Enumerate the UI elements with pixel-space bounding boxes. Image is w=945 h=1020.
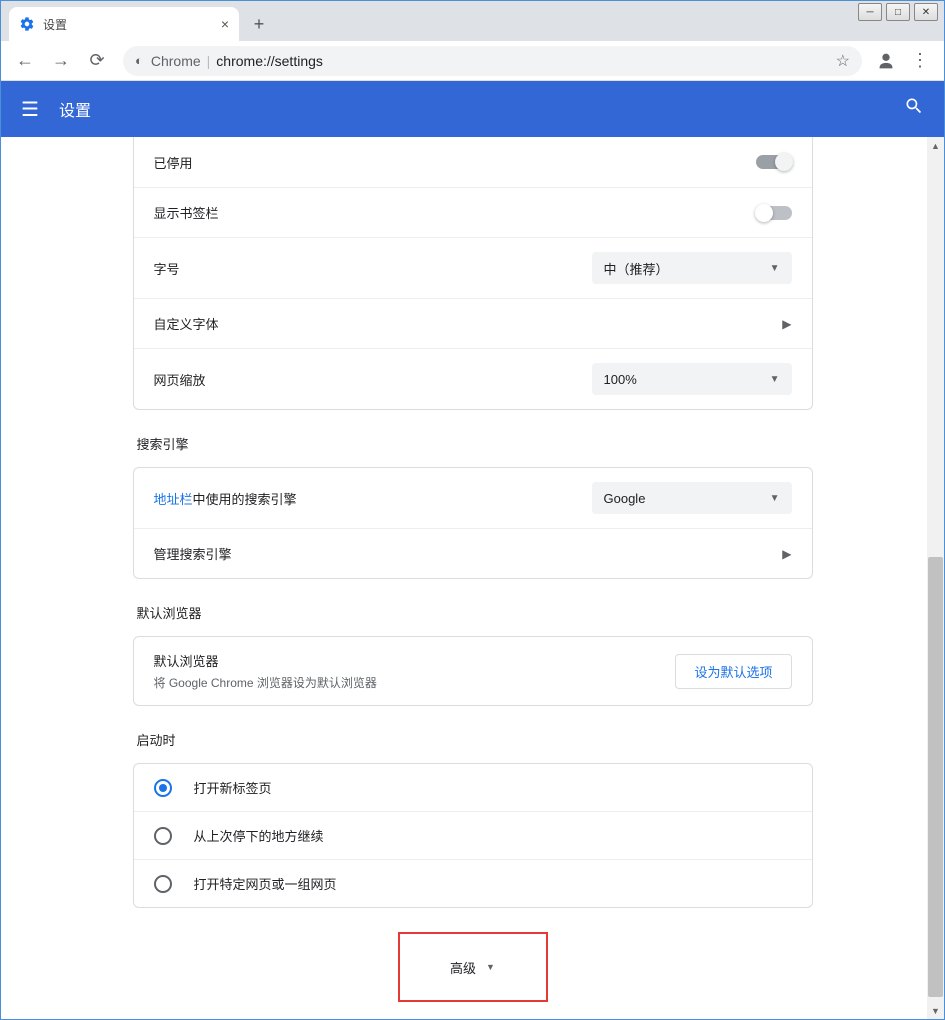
startup-card: 打开新标签页 从上次停下的地方继续 打开特定网页或一组网页 (133, 763, 813, 908)
browser-tab[interactable]: 设置 × (9, 7, 239, 41)
disabled-row: 已停用 (134, 137, 812, 187)
url-origin: Chrome (151, 53, 201, 69)
minimize-button[interactable]: ─ (858, 3, 882, 21)
window-controls: ─ □ ✕ (858, 3, 938, 21)
default-browser-row-sub: 将 Google Chrome 浏览器设为默认浏览器 (154, 674, 676, 691)
tab-title: 设置 (43, 16, 67, 33)
back-button[interactable]: ← (9, 45, 41, 77)
disabled-label: 已停用 (154, 153, 756, 172)
default-browser-label-group: 默认浏览器 将 Google Chrome 浏览器设为默认浏览器 (154, 651, 676, 691)
address-bar[interactable]: ◐ Chrome | chrome://settings ☆ (123, 46, 862, 76)
scroll-down-arrow[interactable]: ▼ (927, 1002, 944, 1019)
startup-option-specific[interactable]: 打开特定网页或一组网页 (134, 859, 812, 907)
close-window-button[interactable]: ✕ (914, 3, 938, 21)
manage-search-engines-row[interactable]: 管理搜索引擎 ▶ (134, 528, 812, 578)
advanced-button[interactable]: 高级 ▼ (398, 932, 548, 1002)
forward-button[interactable]: → (45, 45, 77, 77)
new-tab-button[interactable]: + (245, 10, 273, 38)
settings-title: 设置 (59, 97, 91, 121)
search-engine-dropdown[interactable]: Google ▼ (592, 482, 792, 514)
browser-toolbar: ← → ⟳ ◐ Chrome | chrome://settings ☆ ⋮ (1, 41, 944, 81)
menu-button[interactable]: ⋮ (904, 45, 936, 77)
default-browser-row-title: 默认浏览器 (154, 651, 676, 670)
bookmarks-bar-label: 显示书签栏 (154, 203, 756, 222)
scrollbar-thumb[interactable] (928, 557, 943, 997)
chevron-down-icon: ▼ (486, 962, 495, 972)
address-bar-engine-row: 地址栏中使用的搜索引擎 Google ▼ (134, 468, 812, 528)
startup-opt1-label: 打开新标签页 (194, 778, 272, 797)
startup-option-continue[interactable]: 从上次停下的地方继续 (134, 811, 812, 859)
radio-continue[interactable] (154, 827, 172, 845)
url-path: chrome://settings (216, 53, 323, 69)
chevron-right-icon: ▶ (782, 317, 791, 331)
tab-bar: 设置 × + (1, 1, 944, 41)
content-scroll[interactable]: 已停用 显示书签栏 字号 中（推荐） ▼ 自定义字体 ▶ 网页缩放 (1, 137, 944, 1019)
page-zoom-label: 网页缩放 (154, 370, 592, 389)
close-tab-icon[interactable]: × (221, 16, 229, 32)
reload-button[interactable]: ⟳ (81, 45, 113, 77)
gear-icon (19, 16, 35, 32)
hamburger-icon[interactable]: ☰ (21, 97, 39, 122)
startup-option-newtab[interactable]: 打开新标签页 (134, 764, 812, 811)
chevron-down-icon: ▼ (770, 493, 780, 504)
custom-fonts-row[interactable]: 自定义字体 ▶ (134, 298, 812, 348)
startup-section-title: 启动时 (137, 730, 813, 749)
url-divider: | (207, 53, 211, 69)
set-default-button[interactable]: 设为默认选项 (675, 654, 791, 689)
startup-opt3-label: 打开特定网页或一组网页 (194, 874, 337, 893)
page-zoom-dropdown[interactable]: 100% ▼ (592, 363, 792, 395)
maximize-button[interactable]: □ (886, 3, 910, 21)
advanced-wrap: 高级 ▼ (133, 932, 813, 1002)
font-size-label: 字号 (154, 259, 592, 278)
bookmark-star-icon[interactable]: ☆ (836, 51, 850, 71)
chevron-down-icon: ▼ (770, 263, 780, 274)
custom-fonts-label: 自定义字体 (154, 314, 783, 333)
startup-opt2-label: 从上次停下的地方继续 (194, 826, 324, 845)
default-browser-row: 默认浏览器 将 Google Chrome 浏览器设为默认浏览器 设为默认选项 (134, 637, 812, 705)
scroll-up-arrow[interactable]: ▲ (927, 137, 944, 154)
search-icon[interactable] (904, 96, 924, 122)
bookmarks-bar-row: 显示书签栏 (134, 187, 812, 237)
page-zoom-value: 100% (604, 372, 637, 387)
settings-content: 已停用 显示书签栏 字号 中（推荐） ▼ 自定义字体 ▶ 网页缩放 (133, 137, 813, 1019)
manage-search-engines-label: 管理搜索引擎 (154, 544, 783, 563)
font-size-dropdown[interactable]: 中（推荐） ▼ (592, 252, 792, 284)
site-info-icon[interactable]: ◐ (135, 53, 143, 68)
font-size-value: 中（推荐） (604, 259, 669, 278)
search-section-title: 搜索引擎 (137, 434, 813, 453)
default-browser-card: 默认浏览器 将 Google Chrome 浏览器设为默认浏览器 设为默认选项 (133, 636, 813, 706)
appearance-card: 已停用 显示书签栏 字号 中（推荐） ▼ 自定义字体 ▶ 网页缩放 (133, 137, 813, 410)
address-bar-link[interactable]: 地址栏 (154, 492, 193, 507)
settings-header: ☰ 设置 (1, 81, 944, 137)
address-bar-engine-label: 地址栏中使用的搜索引擎 (154, 489, 592, 508)
advanced-label: 高级 (450, 958, 476, 977)
vertical-scrollbar[interactable]: ▲ ▼ (927, 137, 944, 1019)
radio-newtab[interactable] (154, 779, 172, 797)
search-engine-value: Google (604, 491, 646, 506)
font-size-row: 字号 中（推荐） ▼ (134, 237, 812, 298)
bookmarks-bar-toggle[interactable] (756, 206, 792, 220)
chevron-down-icon: ▼ (770, 374, 780, 385)
default-browser-section-title: 默认浏览器 (137, 603, 813, 622)
search-engine-card: 地址栏中使用的搜索引擎 Google ▼ 管理搜索引擎 ▶ (133, 467, 813, 579)
page-zoom-row: 网页缩放 100% ▼ (134, 348, 812, 409)
radio-specific[interactable] (154, 875, 172, 893)
chevron-right-icon: ▶ (782, 547, 791, 561)
profile-avatar-icon[interactable] (872, 47, 900, 75)
disabled-toggle[interactable] (756, 155, 792, 169)
